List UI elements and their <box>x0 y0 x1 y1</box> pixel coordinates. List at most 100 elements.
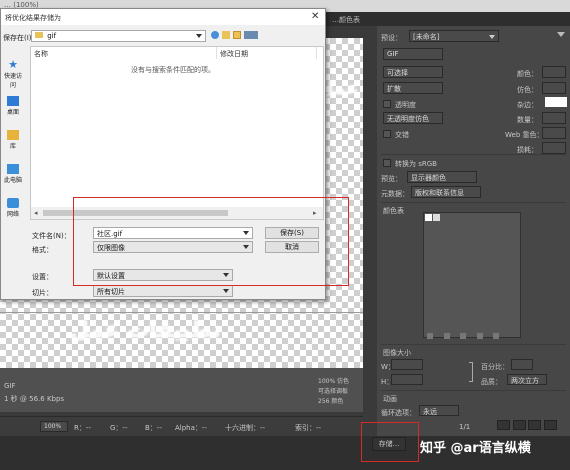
format-select[interactable]: GIF <box>383 48 443 60</box>
info-colors: 256 颜色 <box>318 398 344 405</box>
width-field[interactable] <box>391 359 423 370</box>
dither-label: 仿色： <box>517 86 538 94</box>
empty-message: 没有与搜索条件匹配的项。 <box>131 66 215 74</box>
reduction-select[interactable]: 可选择 <box>383 66 443 78</box>
preset-label: 预设： <box>381 34 402 42</box>
link-icon[interactable] <box>469 362 473 382</box>
lock-icon[interactable] <box>443 333 450 339</box>
lossy-field[interactable] <box>542 142 566 154</box>
optimize-info-strip: GIF 1 秒 @ 56.6 Kbps 100% 仿色 可选择调板 256 颜色 <box>0 368 363 412</box>
preset-menu-icon[interactable] <box>557 32 565 40</box>
slices-select[interactable]: 所有切片 <box>93 285 233 297</box>
animation-label: 动画 <box>383 395 397 403</box>
prev-frame-icon[interactable] <box>512 420 526 430</box>
preset-select[interactable]: [未命名] <box>409 30 499 42</box>
web-snap-field[interactable] <box>542 127 566 139</box>
quality-label: 品质： <box>481 378 502 386</box>
transparency-label: 透明度 <box>395 101 416 109</box>
hex-readout: 十六进制：-- <box>225 424 266 432</box>
map-icon[interactable] <box>427 333 433 339</box>
metadata-label: 元数据： <box>381 190 409 198</box>
g-readout: G：-- <box>110 424 128 432</box>
info-palette: 可选择调板 <box>318 388 349 395</box>
web-icon[interactable] <box>460 333 467 339</box>
scroll-left-icon[interactable]: ◂ <box>34 209 38 217</box>
status-bar: 100% R：-- G：-- B：-- Alpha：-- 十六进制：-- 索引：… <box>0 416 363 436</box>
matte-dither-select[interactable]: 无透明度仿色 <box>383 112 443 124</box>
image-size-label: 图像大小 <box>383 349 411 357</box>
panel-tab-color-table[interactable]: …颜色表 <box>332 15 360 25</box>
column-modified[interactable]: 修改日期 <box>217 47 317 59</box>
nav-network[interactable]: 网络 <box>3 198 23 218</box>
nav-quick-access[interactable]: ★ 快速访问 <box>3 58 23 89</box>
r-readout: R：-- <box>74 424 91 432</box>
library-icon <box>7 130 19 140</box>
file-list[interactable]: 名称 修改日期 没有与搜索条件匹配的项。 ◂ ▸ <box>30 46 324 220</box>
view-menu-icon[interactable] <box>244 31 258 39</box>
chevron-down-icon <box>223 289 229 293</box>
canvas-divider <box>0 312 363 313</box>
column-name[interactable]: 名称 <box>31 47 217 59</box>
height-field[interactable] <box>391 374 423 385</box>
metadata-select[interactable]: 版权和联系信息 <box>411 186 481 198</box>
format-label: 格式： <box>32 246 53 254</box>
matte-swatch[interactable] <box>545 97 567 107</box>
canvas-blurred-text: تطبيقات عمل <box>70 318 221 343</box>
info-format: GIF <box>4 382 16 390</box>
computer-icon <box>7 164 19 174</box>
network-icon <box>7 198 19 208</box>
convert-srgb-checkbox[interactable] <box>383 159 391 167</box>
dither-algo-select[interactable]: 扩散 <box>383 82 443 94</box>
nav-desktop[interactable]: 桌面 <box>3 96 23 116</box>
trash-icon[interactable] <box>493 333 500 339</box>
loop-label: 循环选项： <box>381 409 416 417</box>
store-button[interactable]: 存储... <box>372 437 406 451</box>
nav-pane: ★ 快速访问 桌面 库 此电脑 网络 <box>1 46 27 286</box>
chevron-down-icon <box>196 34 202 38</box>
back-icon[interactable] <box>211 31 219 39</box>
dither-field[interactable] <box>542 82 566 94</box>
loop-select[interactable]: 永远 <box>419 405 459 416</box>
play-icon[interactable] <box>528 420 542 430</box>
filename-format-highlight <box>73 197 349 286</box>
divider <box>381 202 566 203</box>
color-table-label: 颜色表 <box>383 207 404 215</box>
star-icon: ★ <box>8 58 18 71</box>
playback-controls <box>497 420 567 432</box>
colors-field[interactable] <box>542 66 566 78</box>
percent-label: 百分比： <box>481 363 509 371</box>
nav-this-pc[interactable]: 此电脑 <box>3 164 23 184</box>
transparency-checkbox[interactable] <box>383 100 391 108</box>
zhihu-watermark: 知乎 @ar语言纵横 <box>420 441 531 456</box>
slices-label: 切片： <box>32 289 53 297</box>
divider <box>381 154 566 155</box>
interlace-label: 交错 <box>395 131 409 139</box>
amount-field[interactable] <box>542 112 566 124</box>
color-table-tools <box>427 332 567 342</box>
color-table-area[interactable] <box>423 212 521 338</box>
color-swatch[interactable] <box>425 214 432 221</box>
b-readout: B：-- <box>145 424 162 432</box>
folder-icon <box>35 32 43 38</box>
zoom-select[interactable]: 100% <box>40 421 68 432</box>
nav-libraries[interactable]: 库 <box>3 130 23 150</box>
percent-field[interactable] <box>511 359 533 370</box>
first-frame-icon[interactable] <box>497 420 510 430</box>
preview-select[interactable]: 显示器颜色 <box>407 171 477 183</box>
close-icon[interactable]: ✕ <box>311 11 319 22</box>
new-folder-icon[interactable] <box>233 31 241 39</box>
colors-label: 颜色： <box>517 70 538 78</box>
alpha-readout: Alpha：-- <box>175 424 207 432</box>
settings-label: 设置： <box>32 273 53 281</box>
save-in-select[interactable]: gif <box>31 30 206 42</box>
up-folder-icon[interactable] <box>222 31 230 39</box>
next-frame-icon[interactable] <box>543 420 557 430</box>
color-swatch[interactable] <box>433 214 440 221</box>
new-color-icon[interactable] <box>476 333 483 339</box>
interlace-checkbox[interactable] <box>383 130 391 138</box>
dialog-title-bar: 将优化结果存储为 ✕ <box>1 9 325 25</box>
quality-select[interactable]: 两次立方 <box>507 374 547 385</box>
preview-label: 预览： <box>381 175 402 183</box>
matte-label: 杂边： <box>517 101 538 109</box>
convert-srgb-label: 转换为 sRGB <box>395 160 437 168</box>
